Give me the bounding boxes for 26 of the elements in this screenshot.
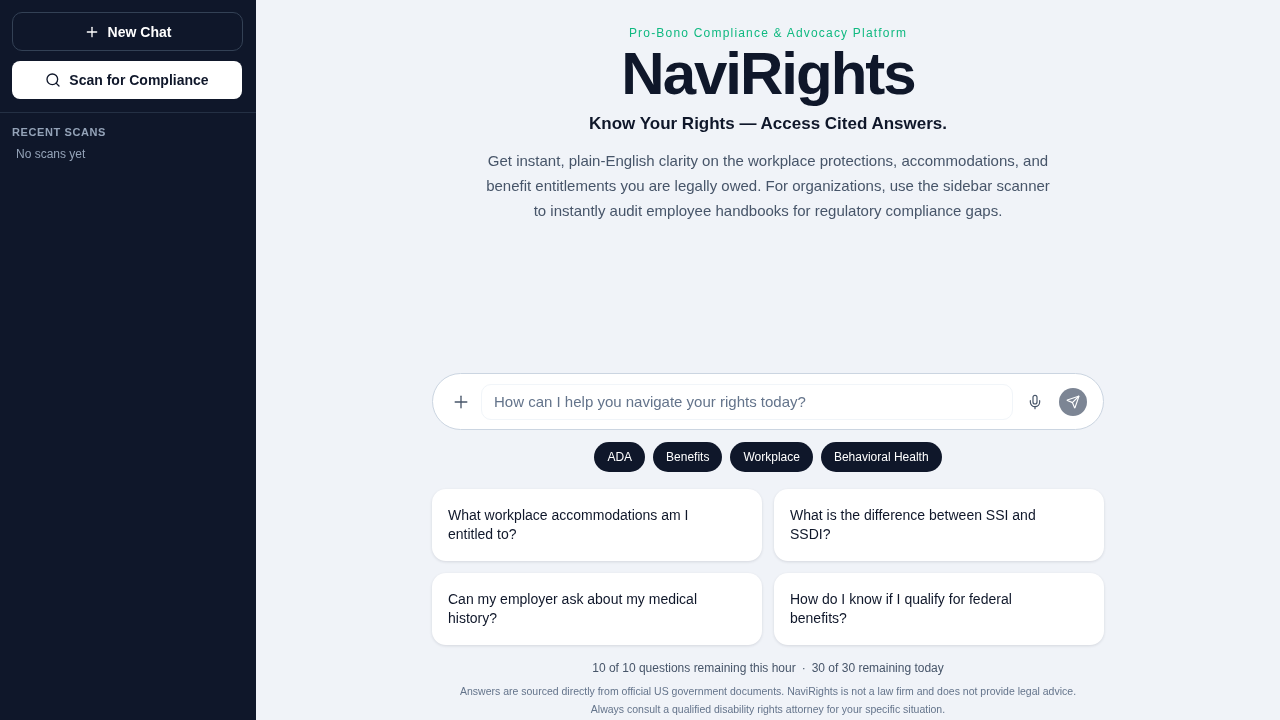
suggestion-card[interactable]: What is the difference between SSI and SSDI? (774, 489, 1104, 561)
topic-chip[interactable]: Behavioral Health (820, 442, 942, 472)
search-icon (45, 72, 62, 88)
usage-text: 30 of 30 remaining today (811, 661, 944, 675)
empty-state-text: No scans yet (15, 147, 87, 161)
suggestion-card[interactable]: What workplace accommodations am I entitled to? (432, 489, 762, 561)
disclaimer-text: Answers are sourced directly from official US government documents. NaviRights is not a law firm and does not provide legal advice. (459, 684, 1077, 699)
subtitle: Know Your Rights — Access Cited Answers. (589, 113, 947, 135)
suggestion-card[interactable]: Can my employer ask about my medical history? (432, 573, 762, 645)
topic-chip[interactable]: ADA (594, 442, 646, 472)
microphone-button[interactable] (1027, 393, 1043, 410)
tagline: Pro-Bono Compliance & Advocacy Platform (628, 26, 908, 40)
send-icon (1066, 394, 1080, 409)
microphone-icon (1027, 393, 1043, 410)
description: Get instant, plain-English clarity on the workplace protections, accommodations, and benefit entitlements you are legally owed. For organizations, use the sidebar scanner to instantly audit employee handbooks for regulatory compliance gaps. (485, 151, 1051, 221)
scan-button[interactable]: Scan for Compliance (12, 61, 242, 99)
suggestion-card[interactable]: How do I know if I qualify for federal benefits? (774, 573, 1104, 645)
usage-text: 10 of 10 questions remaining this hour (592, 661, 796, 675)
message-input[interactable]: How can I help you navigate your rights today? (481, 383, 1013, 420)
topic-chip[interactable]: Benefits (653, 442, 723, 472)
disclaimer-text: Always consult a qualified disability rights attorney for your specific situation. (590, 702, 946, 717)
section-title: RECENT SCANS (12, 126, 107, 138)
separator: · (801, 661, 806, 675)
app-title: NaviRights (621, 42, 915, 106)
new-chat-button[interactable]: New Chat (12, 12, 243, 51)
topic-chip[interactable]: Workplace (730, 442, 813, 472)
